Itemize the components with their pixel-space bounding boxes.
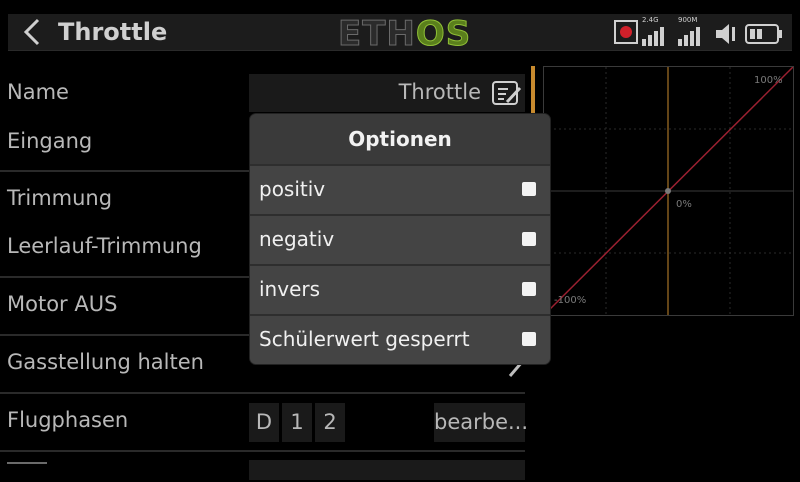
ethos-logo: ETHOS <box>338 14 472 55</box>
option-positiv[interactable]: positiv <box>250 164 550 214</box>
next-row-label-cut <box>7 462 47 482</box>
eingang-label: Eingang <box>7 129 93 153</box>
dialog-title: Optionen <box>250 114 550 164</box>
edit-icon[interactable] <box>491 80 523 106</box>
signal-900m-icon <box>678 27 700 46</box>
back-arrow-icon <box>23 18 40 46</box>
curve-graph: 100% 0% -100% <box>543 66 794 316</box>
name-value: Throttle <box>398 80 481 104</box>
flugphasen-label: Flugphasen <box>7 408 129 432</box>
flight-phase-chip[interactable]: 2 <box>315 403 345 442</box>
top-bar: Throttle ETHOS 2.4G 900M <box>0 0 800 66</box>
gasstellung-label: Gasstellung halten <box>7 350 204 374</box>
option-label: negativ <box>259 227 335 251</box>
back-button[interactable] <box>12 14 52 50</box>
edit-flight-phases-button[interactable]: bearbe... <box>434 403 528 442</box>
option-label: Schülerwert gesperrt <box>259 327 470 351</box>
next-row-field[interactable] <box>249 460 525 480</box>
record-icon[interactable] <box>614 20 638 44</box>
label-100: 100% <box>754 75 783 86</box>
option-schuelerwert[interactable]: Schülerwert gesperrt <box>250 314 550 364</box>
rf-band-label: 2.4G <box>642 16 659 24</box>
option-label: invers <box>259 277 321 301</box>
divider <box>0 392 525 394</box>
output-curve-chart: 100% 0% -100% <box>543 66 794 316</box>
flight-phase-chip[interactable]: D <box>249 403 279 442</box>
option-checkbox[interactable] <box>522 282 536 296</box>
signal-2-4g-icon <box>642 27 664 46</box>
divider <box>0 450 525 452</box>
battery-icon <box>745 24 782 44</box>
flight-phase-chip[interactable]: 1 <box>282 403 312 442</box>
status-icons: 2.4G 900M <box>612 16 790 48</box>
rf-band2-label: 900M <box>678 16 698 24</box>
name-label: Name <box>7 80 69 104</box>
option-checkbox[interactable] <box>522 182 536 196</box>
label-minus-100: -100% <box>554 295 586 306</box>
center-point <box>665 188 671 194</box>
motor-aus-label: Motor AUS <box>7 292 118 316</box>
option-invers[interactable]: invers <box>250 264 550 314</box>
option-negativ[interactable]: negativ <box>250 214 550 264</box>
option-checkbox[interactable] <box>522 232 536 246</box>
speaker-icon[interactable] <box>714 22 740 46</box>
option-label: positiv <box>259 177 326 201</box>
name-field[interactable]: Throttle <box>249 74 525 112</box>
leerlauf-trimmung-label: Leerlauf-Trimmung <box>7 234 202 258</box>
options-dialog: Optionen positiv negativ invers Schülerw… <box>250 114 550 364</box>
trimmung-label: Trimmung <box>7 186 113 210</box>
label-0: 0% <box>676 199 692 210</box>
option-checkbox[interactable] <box>522 332 536 346</box>
scrollbar-thumb[interactable] <box>531 66 535 120</box>
page-title: Throttle <box>58 18 168 46</box>
